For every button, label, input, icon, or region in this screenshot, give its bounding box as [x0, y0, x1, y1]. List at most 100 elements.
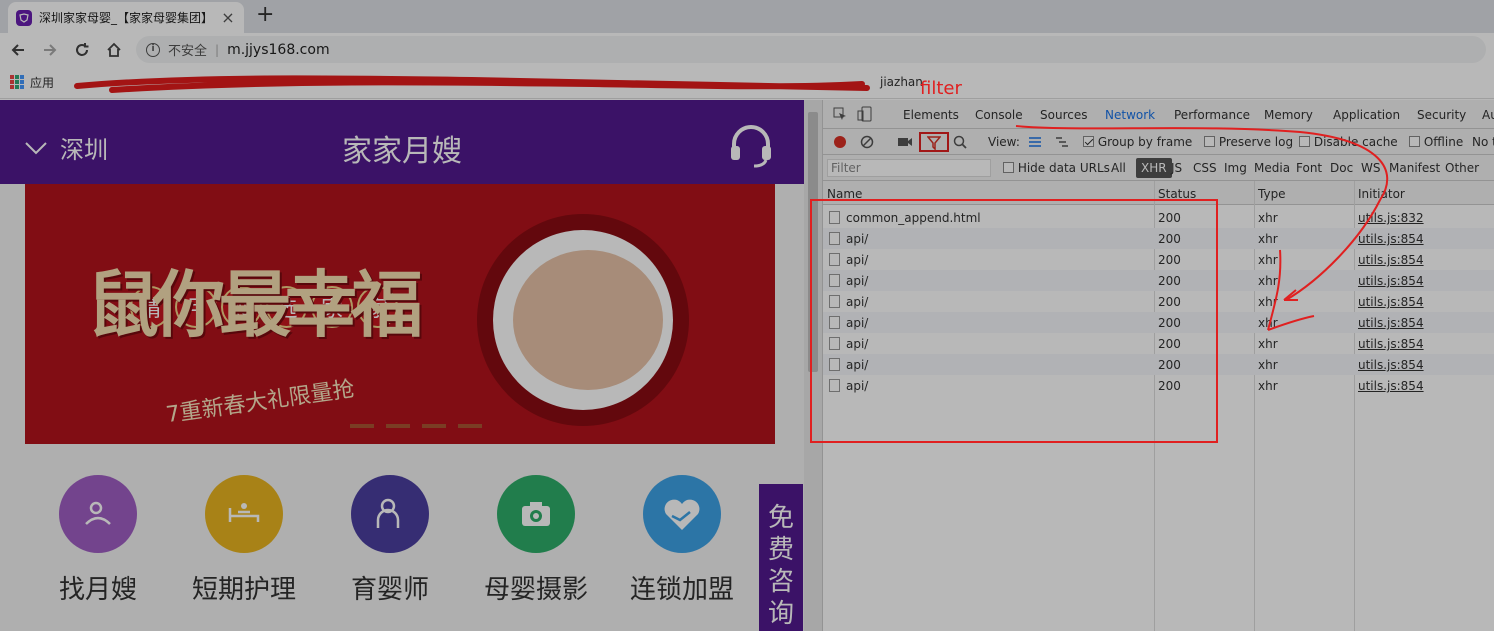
- column-status[interactable]: Status: [1158, 187, 1196, 201]
- address-bar[interactable]: i 不安全 | m.jjys168.com: [136, 36, 1486, 63]
- request-initiator[interactable]: utils.js:854: [1358, 253, 1424, 267]
- filter-icon[interactable]: [919, 132, 949, 152]
- tab-elements[interactable]: Elements: [903, 108, 959, 122]
- column-type[interactable]: Type: [1258, 187, 1286, 201]
- group-by-frame-label: Group by frame: [1097, 135, 1193, 149]
- clear-icon[interactable]: [860, 135, 874, 149]
- search-icon[interactable]: [953, 135, 967, 149]
- column-initiator[interactable]: Initiator: [1358, 187, 1405, 201]
- request-status: 200: [1158, 337, 1181, 351]
- disable-cache-toggle[interactable]: Disable cache: [1299, 135, 1398, 149]
- tab-console[interactable]: Console: [975, 108, 1023, 122]
- request-initiator[interactable]: utils.js:854: [1358, 295, 1424, 309]
- table-row[interactable]: api/200 xhr utils.js:854: [823, 333, 1494, 354]
- tab-sources[interactable]: Sources: [1040, 108, 1087, 122]
- url-text[interactable]: m.jjys168.com: [227, 42, 330, 58]
- table-row[interactable]: api/200 xhr utils.js:854: [823, 291, 1494, 312]
- feature-infant-carer[interactable]: 育婴师: [317, 475, 463, 606]
- checkbox[interactable]: [1003, 162, 1014, 173]
- file-icon: [829, 337, 840, 350]
- table-row[interactable]: common_append.html 200 xhr utils.js:832: [823, 207, 1494, 228]
- feature-photography[interactable]: 母婴摄影: [463, 475, 609, 606]
- page-scrollbar[interactable]: [804, 100, 822, 631]
- bookmark-apps[interactable]: 应用: [30, 74, 54, 91]
- info-icon[interactable]: i: [146, 42, 160, 57]
- group-by-frame-toggle[interactable]: Group by frame: [1083, 135, 1192, 149]
- checkbox[interactable]: [1409, 136, 1420, 147]
- device-toolbar-icon[interactable]: [857, 106, 873, 122]
- forward-button[interactable]: [34, 34, 66, 66]
- request-type: xhr: [1258, 295, 1278, 309]
- view-label: View:: [988, 135, 1020, 149]
- checkbox[interactable]: [1299, 136, 1310, 147]
- bookmark-jiazhan[interactable]: jiazhan: [880, 75, 923, 89]
- filter-type-font[interactable]: Font: [1296, 161, 1322, 175]
- preserve-log-toggle[interactable]: Preserve log: [1204, 135, 1293, 149]
- table-row[interactable]: api/200 xhr utils.js:854: [823, 228, 1494, 249]
- filter-input[interactable]: Filter: [827, 159, 991, 177]
- file-icon: [829, 358, 840, 371]
- filter-type-ws[interactable]: WS: [1361, 161, 1380, 175]
- apps-grid-icon[interactable]: [10, 75, 24, 89]
- tab-audits[interactable]: Au: [1482, 108, 1494, 122]
- filter-type-css[interactable]: CSS: [1193, 161, 1217, 175]
- carousel-dots[interactable]: [350, 424, 482, 428]
- request-initiator[interactable]: utils.js:854: [1358, 316, 1424, 330]
- home-button[interactable]: [98, 34, 130, 66]
- filter-type-manifest[interactable]: Manifest: [1389, 161, 1440, 175]
- filter-type-img[interactable]: Img: [1224, 161, 1247, 175]
- waterfall-icon[interactable]: [1055, 136, 1069, 148]
- request-initiator[interactable]: utils.js:854: [1358, 337, 1424, 351]
- hide-data-urls-toggle[interactable]: Hide data URLs: [1003, 161, 1110, 175]
- table-row[interactable]: api/200 xhr utils.js:854: [823, 270, 1494, 291]
- table-row[interactable]: api/200 xhr utils.js:854: [823, 354, 1494, 375]
- request-initiator[interactable]: utils.js:854: [1358, 274, 1424, 288]
- tab-security[interactable]: Security: [1417, 108, 1466, 122]
- table-row[interactable]: api/200 xhr utils.js:854: [823, 249, 1494, 270]
- tab-performance[interactable]: Performance: [1174, 108, 1250, 122]
- scrollbar-thumb[interactable]: [808, 112, 818, 372]
- request-initiator[interactable]: utils.js:832: [1358, 211, 1424, 225]
- inspect-element-icon[interactable]: [833, 107, 847, 121]
- large-rows-icon[interactable]: [1028, 136, 1042, 148]
- promo-banner[interactable]: 请 月 嫂 选 家 家 鼠你最幸福 7重新春大礼限量抢: [25, 184, 775, 444]
- request-initiator[interactable]: utils.js:854: [1358, 232, 1424, 246]
- table-row[interactable]: api/200 xhr utils.js:854: [823, 375, 1494, 396]
- offline-toggle[interactable]: Offline: [1409, 135, 1463, 149]
- home-icon: [107, 42, 121, 57]
- browser-tab[interactable]: 深圳家家母婴_【家家母婴集团】 ×: [8, 2, 244, 33]
- new-tab-button[interactable]: +: [256, 4, 274, 26]
- request-initiator[interactable]: utils.js:854: [1358, 379, 1424, 393]
- feature-find-nanny[interactable]: 找月嫂: [25, 475, 171, 606]
- request-name: api/: [846, 316, 869, 330]
- feature-franchise[interactable]: 连锁加盟: [609, 475, 755, 606]
- filter-type-xhr[interactable]: XHR: [1136, 158, 1172, 178]
- tab-network[interactable]: Network: [1098, 108, 1162, 130]
- feature-short-care[interactable]: 短期护理: [171, 475, 317, 606]
- filter-type-other[interactable]: Other: [1445, 161, 1479, 175]
- filter-type-all[interactable]: All: [1111, 161, 1126, 175]
- reload-button[interactable]: [66, 34, 98, 66]
- table-row[interactable]: api/200 xhr utils.js:854: [823, 312, 1494, 333]
- filter-type-media[interactable]: Media: [1254, 161, 1290, 175]
- checkbox[interactable]: [1204, 136, 1215, 147]
- request-initiator[interactable]: utils.js:854: [1358, 358, 1424, 372]
- filter-bar: Filter Hide data URLs All XHR JS CSS Img…: [823, 155, 1494, 181]
- column-name[interactable]: Name: [827, 187, 862, 201]
- throttling-select[interactable]: No t: [1472, 135, 1494, 149]
- filter-type-js[interactable]: JS: [1171, 161, 1182, 175]
- record-icon[interactable]: [833, 135, 847, 149]
- tab-close-icon[interactable]: ×: [220, 8, 236, 27]
- request-status: 200: [1158, 379, 1181, 393]
- tab-application[interactable]: Application: [1333, 108, 1400, 122]
- tab-memory[interactable]: Memory: [1264, 108, 1313, 122]
- checkbox-checked[interactable]: [1083, 136, 1094, 147]
- redaction-scribble: [74, 75, 870, 93]
- screenshot-camera-icon[interactable]: [897, 136, 913, 148]
- support-headset-icon[interactable]: [728, 122, 774, 168]
- free-consult-button[interactable]: 免费咨询: [759, 484, 803, 631]
- filter-type-doc[interactable]: Doc: [1330, 161, 1353, 175]
- back-button[interactable]: [2, 34, 34, 66]
- request-name: api/: [846, 337, 869, 351]
- security-status: 不安全: [168, 44, 208, 59]
